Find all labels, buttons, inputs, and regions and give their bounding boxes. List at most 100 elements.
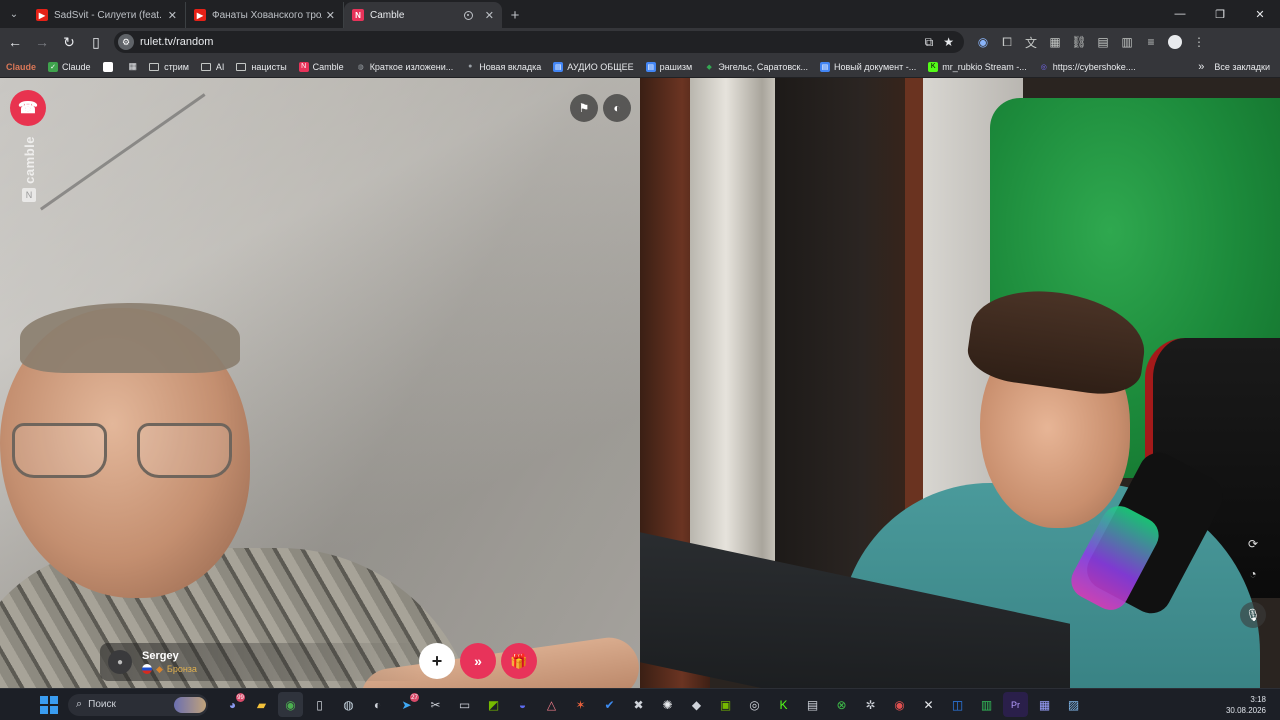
bookmark-rashizm[interactable]: ▤ рашизм <box>645 61 692 72</box>
hide-video-button[interactable]: ◐ <box>603 94 631 122</box>
bookmark-page[interactable] <box>102 61 117 72</box>
close-window-button[interactable]: ✕ <box>1240 0 1280 28</box>
close-icon[interactable]: ✕ <box>326 9 335 22</box>
bookmark-label: Claude <box>6 61 37 72</box>
minimize-button[interactable]: — <box>1160 0 1200 28</box>
obs-icon[interactable]: ◎ <box>742 692 767 717</box>
downloads-icon[interactable]: ≡ <box>1144 35 1158 49</box>
tab-khovansky[interactable]: ▶ Фанаты Хованского тролят Ла... ✕ <box>186 2 344 28</box>
telegram-icon[interactable]: ➤ 27 <box>394 692 419 717</box>
link-icon[interactable]: ⛓ <box>1071 35 1086 49</box>
bookmark-apps[interactable]: ▦ <box>129 61 138 72</box>
all-bookmarks-button[interactable]: Все закладки <box>1214 62 1270 72</box>
tab-search-dropdown[interactable]: ⌄ <box>0 0 28 28</box>
timer-icon[interactable]: ◔ <box>1243 564 1263 584</box>
address-bar[interactable]: ⚙ rulet.tv/random ⧉ ★ <box>114 31 964 53</box>
url-text[interactable]: rulet.tv/random <box>140 36 925 48</box>
file-explorer-icon[interactable]: ▰ <box>249 692 274 717</box>
tab-title: Camble <box>370 9 405 21</box>
site-info-icon[interactable]: ⚙ <box>118 34 134 50</box>
controller-icon[interactable]: ◫ <box>945 692 970 717</box>
gift-button[interactable]: 🎁 <box>501 643 537 679</box>
terminal-icon[interactable]: ▭ <box>452 692 477 717</box>
bookmark-kick[interactable]: K mr_rubkio Stream -... <box>928 61 1027 72</box>
bookmark-summary[interactable]: ◍ Краткое изложени... <box>356 62 454 72</box>
bookmark-star-icon[interactable]: ★ <box>943 35 954 50</box>
menu-icon[interactable]: ⋮ <box>1192 35 1206 49</box>
back-button[interactable]: ← <box>3 30 27 54</box>
cast-icon[interactable]: ⧉ <box>925 35 934 50</box>
forward-button[interactable]: → <box>30 30 54 54</box>
kick-icon[interactable]: K <box>771 692 796 717</box>
bookmark-folder-ai[interactable]: AI <box>200 61 225 72</box>
bookmark-claude-2[interactable]: ✓ Claude <box>48 61 91 72</box>
add-friend-button[interactable]: + <box>419 643 455 679</box>
close-icon[interactable]: ✕ <box>168 9 177 22</box>
close-icon[interactable]: ✕ <box>485 9 494 22</box>
profile-avatar[interactable] <box>1168 35 1182 49</box>
bookmark-new-doc[interactable]: ▤ Новый документ -... <box>819 61 916 72</box>
bookmark-claude[interactable]: Claude <box>6 62 36 72</box>
tab-camble[interactable]: N Camble ✕ <box>344 2 502 28</box>
bookmark-label: Claude <box>62 61 91 72</box>
translate-icon[interactable]: 文 <box>1024 35 1038 50</box>
reading-list-icon[interactable]: ▥ <box>1120 35 1134 49</box>
bookmark-label: AI <box>215 61 225 72</box>
image-icon[interactable]: ▨ <box>1061 692 1086 717</box>
nvidia-icon[interactable]: ◩ <box>481 692 506 717</box>
new-tab-button[interactable]: + <box>502 2 528 28</box>
snipping-tool-icon[interactable]: ✂ <box>423 692 448 717</box>
chatgpt-icon[interactable]: ✺ <box>655 692 680 717</box>
vpn-icon[interactable]: ✔ <box>597 692 622 717</box>
app-icon[interactable]: ◐ <box>365 692 390 717</box>
puzzle-icon[interactable]: ⧠ <box>1000 35 1014 49</box>
report-flag-button[interactable]: ⚑ <box>570 94 598 122</box>
next-partner-button[interactable]: » <box>460 643 496 679</box>
partner-info[interactable]: ● Sergey ◆ Бронза <box>100 643 420 681</box>
nvidia-broadcast-icon[interactable]: ▣ <box>713 692 738 717</box>
premiere-icon[interactable]: Pr <box>1003 692 1028 717</box>
capcut-icon[interactable]: ✖ <box>626 692 651 717</box>
steam-icon[interactable]: ◍ <box>336 692 361 717</box>
bookmarks-bar: Claude ✓ Claude ▦ стрим AI нацисты N Cam… <box>0 56 1280 78</box>
camble-icon: N <box>298 61 309 72</box>
chart-icon[interactable]: ▥ <box>974 692 999 717</box>
microphone-button[interactable]: 🎙 <box>1240 602 1266 628</box>
teams-icon[interactable]: ▦ <box>1032 692 1057 717</box>
notepad-icon[interactable]: ▯ <box>307 692 332 717</box>
windows-start-icon[interactable] <box>40 695 58 714</box>
x-icon[interactable]: ✕ <box>916 692 941 717</box>
russia-flag-icon <box>142 664 152 674</box>
bookmark-new-tab[interactable]: ● Новая вкладка <box>465 62 541 72</box>
end-call-button[interactable]: ☎ <box>10 90 46 126</box>
cursor-icon[interactable]: ◆ <box>684 692 709 717</box>
restore-button[interactable]: ❐ <box>1200 0 1240 28</box>
star-icon[interactable]: ✶ <box>568 692 593 717</box>
switch-camera-icon[interactable]: ⟳ <box>1243 534 1263 554</box>
side-panel-button[interactable]: ▯ <box>84 30 108 54</box>
bookmark-camble[interactable]: N Camble <box>298 61 344 72</box>
bookmark-cybershoke[interactable]: ◎ https://cybershoke.... <box>1039 62 1136 72</box>
obs-studio-icon[interactable]: ◉ <box>887 692 912 717</box>
page-icon <box>102 61 113 72</box>
tab-groups-icon[interactable]: ▤ <box>1096 35 1110 49</box>
bookmark-folder-stream[interactable]: стрим <box>149 62 189 72</box>
partner-rank: Бронза <box>166 664 197 674</box>
bookmark-audio[interactable]: ▤ АУДИО ОБЩЕЕ <box>553 61 634 72</box>
chrome-icon[interactable]: ◉ <box>278 692 303 717</box>
bookmark-engels[interactable]: ◆ Энгельс, Саратовск... <box>704 62 808 72</box>
extension-icon[interactable]: ◉ <box>976 35 990 49</box>
file-icon[interactable]: ▤ <box>800 692 825 717</box>
arc-icon[interactable]: ◒ <box>510 692 535 717</box>
taskbar-search[interactable]: ⌕ Поиск <box>68 693 208 716</box>
affinity-icon[interactable]: △ <box>539 692 564 717</box>
xbox-icon[interactable]: ⊗ <box>829 692 854 717</box>
settings-icon[interactable]: ✲ <box>858 692 883 717</box>
bookmark-folder-natsisty[interactable]: нацисты <box>236 62 287 72</box>
clock[interactable]: 3:18 30.08.2026 <box>1226 694 1266 716</box>
discord-icon[interactable]: ◕ 99 <box>220 692 245 717</box>
reload-button[interactable]: ↻ <box>57 30 81 54</box>
tab-sadsvit[interactable]: ▶ SadSvit - Силуети (feat. СТРУКТУРА) ✕ <box>28 2 186 28</box>
bookmarks-overflow-button[interactable]: » <box>1198 61 1204 73</box>
grid-icon[interactable]: ▦ <box>1048 35 1062 49</box>
